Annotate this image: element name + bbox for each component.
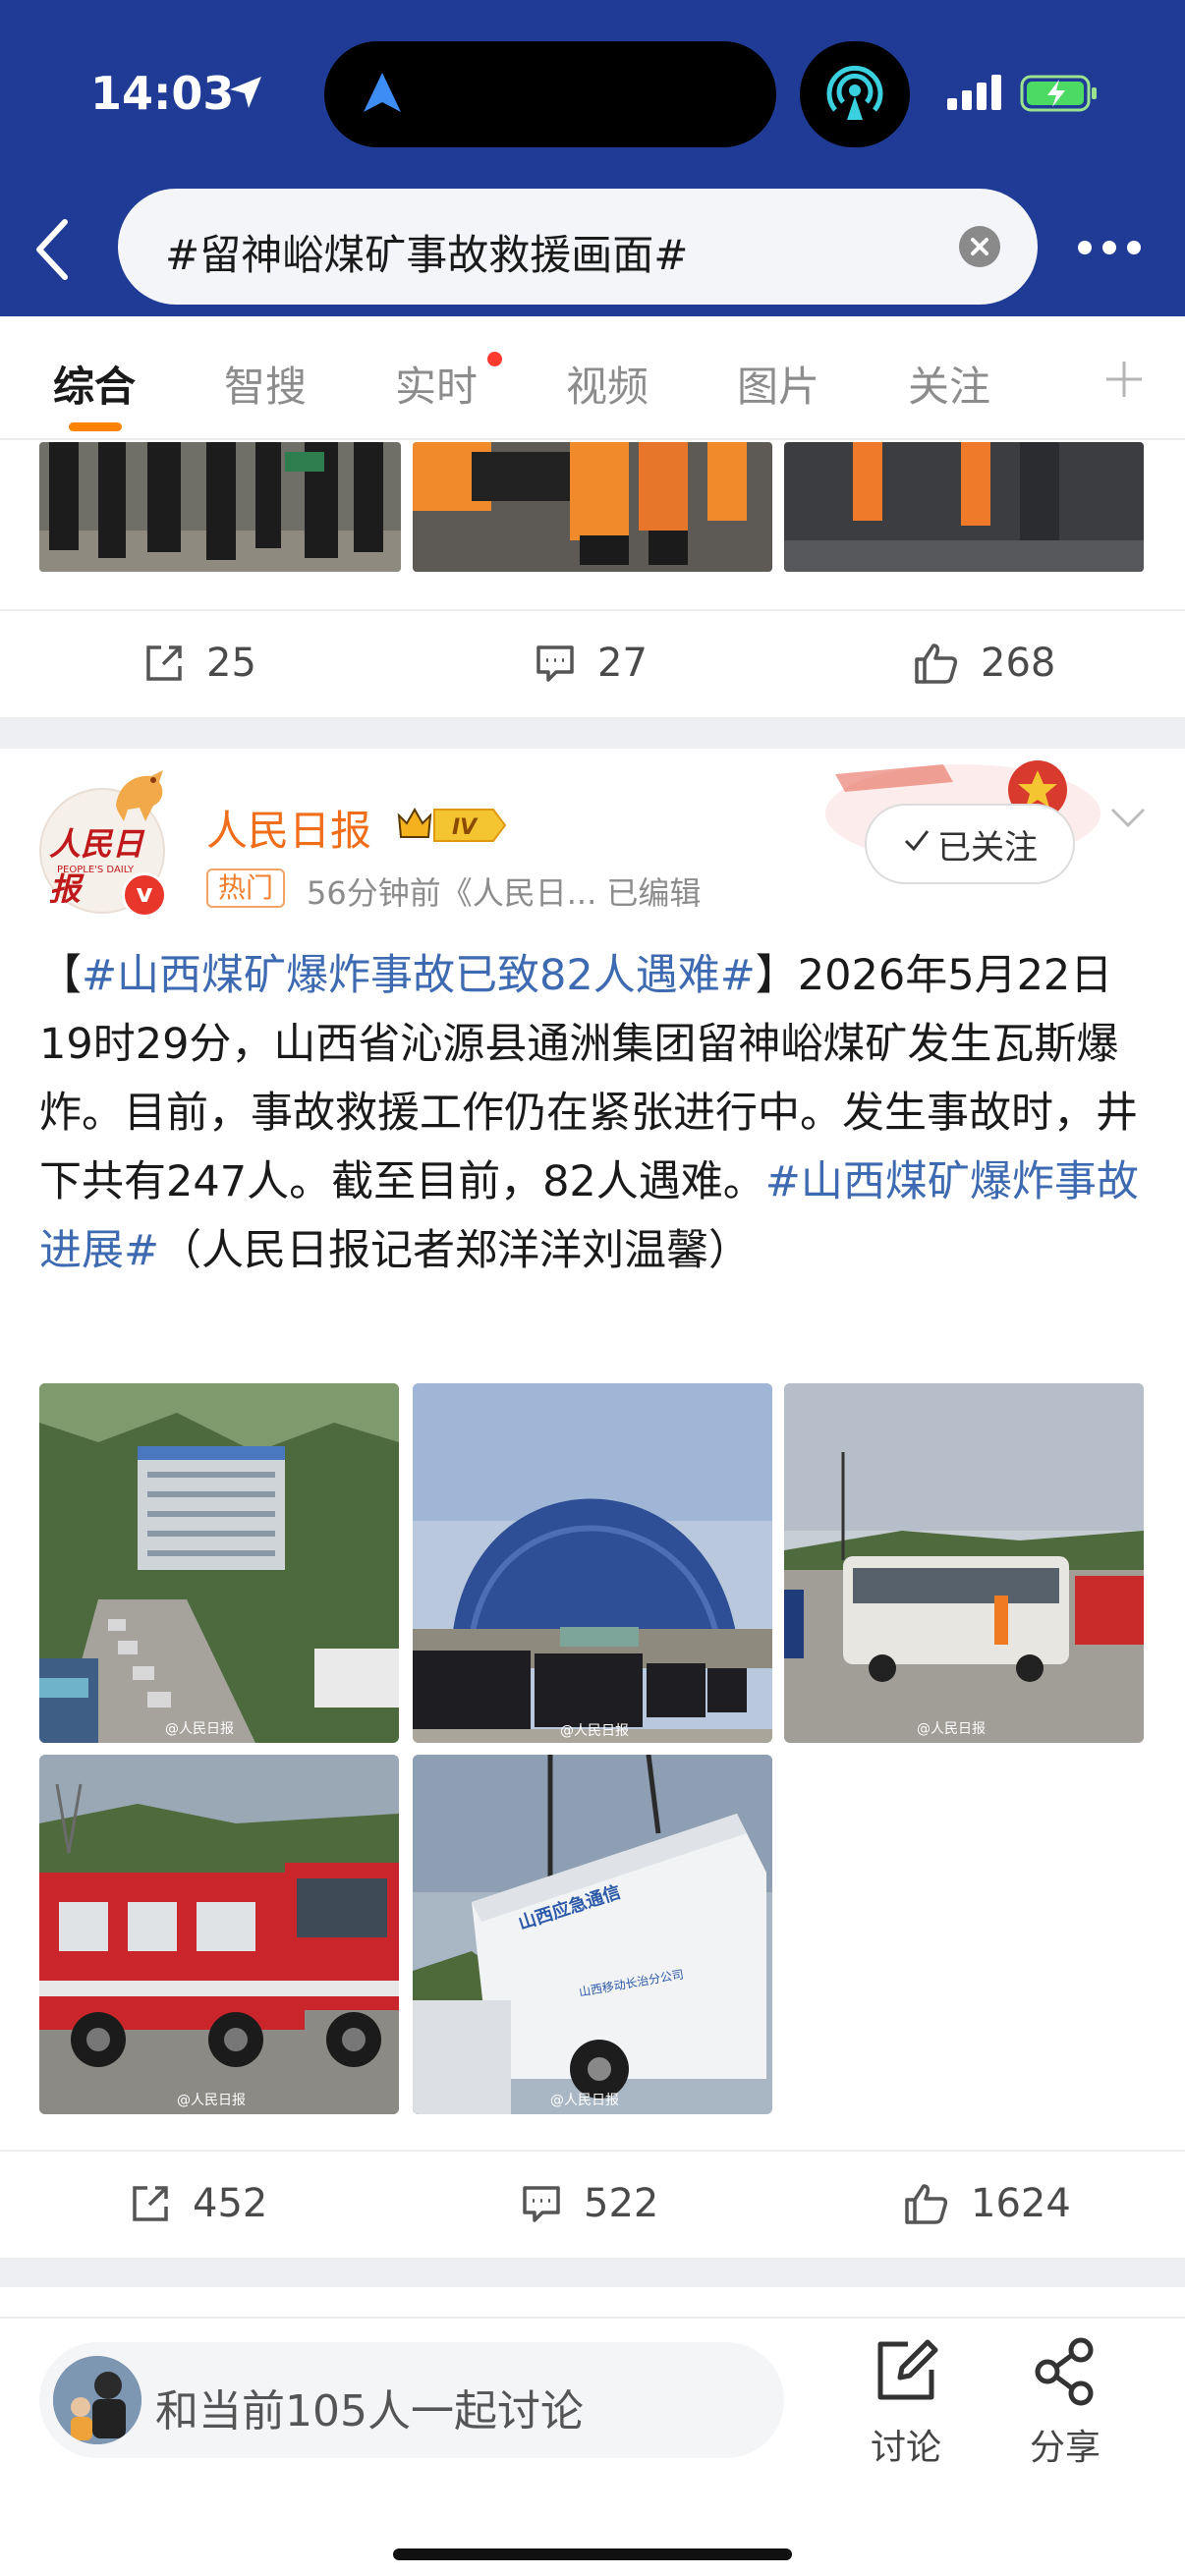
post-image-2[interactable]: @人民日报 — [413, 1383, 772, 1743]
post-body: 【#山西煤矿爆炸事故已致82人遇难#】2026年5月22日19时29分，山西省沁… — [39, 941, 1150, 1285]
hashtag-bracket-close: 】 — [755, 951, 798, 1000]
like-count: 1624 — [971, 2181, 1071, 2226]
share-label: 分享 — [1029, 2428, 1100, 2468]
post-meta: 56分钟前《人民日... 已编辑 — [307, 874, 702, 912]
post-image-4[interactable]: @人民日报 — [39, 1755, 399, 2114]
author-name[interactable]: 人民日报 — [206, 798, 371, 858]
prev-repost-button[interactable]: 25 — [143, 641, 256, 686]
dynamic-island — [324, 41, 776, 147]
image-3-watermark: @人民日报 — [917, 1721, 986, 1737]
prev-comment-count: 27 — [597, 641, 648, 686]
prev-like-button[interactable]: 268 — [914, 641, 1055, 686]
hashtag-link-1[interactable]: #山西煤矿爆炸事故已致82人遇难# — [82, 951, 756, 1000]
battery-charging-icon — [1020, 75, 1097, 112]
prev-post-actions: 25 27 268 — [0, 609, 1185, 717]
image-1-watermark: @人民日报 — [165, 1721, 234, 1737]
prev-post-image-1[interactable] — [39, 442, 401, 572]
discuss-input[interactable]: 和当前105人一起讨论 — [39, 2342, 784, 2458]
prev-like-count: 268 — [981, 641, 1056, 686]
compose-edit-icon — [877, 2339, 938, 2400]
search-input[interactable]: #留神峪煤矿事故救援画面# — [118, 189, 1038, 305]
participant-avatar — [53, 2356, 141, 2444]
discuss-label: 讨论 — [870, 2428, 941, 2468]
search-tabs: 综合 智搜 实时 视频 图片 关注 — [0, 316, 1185, 440]
back-chevron-icon[interactable] — [31, 218, 73, 281]
image-5-watermark: @人民日报 — [550, 2093, 619, 2108]
post-actions: 452 522 1624 — [0, 2150, 1185, 2258]
repost-button[interactable]: 452 — [130, 2181, 267, 2226]
add-tab-icon[interactable] — [1102, 358, 1146, 401]
tab-images[interactable]: 图片 — [737, 354, 819, 414]
post-credit: （人民日报记者郑洋洋刘温馨） — [159, 1226, 752, 1275]
prev-comment-button[interactable]: 27 — [535, 641, 648, 686]
image-4-watermark: @人民日报 — [177, 2093, 246, 2108]
post-image-1[interactable]: @人民日报 — [39, 1383, 399, 1743]
comment-icon — [536, 645, 574, 682]
hotspot-indicator — [800, 41, 910, 147]
hashtag-bracket-open: 【 — [39, 951, 82, 1000]
chevron-down-icon[interactable] — [1108, 806, 1148, 831]
image-2-watermark: @人民日报 — [560, 1723, 629, 1739]
post-image-3[interactable]: @人民日报 — [784, 1383, 1144, 1743]
avatar-logo-subtext: PEOPLE'S DAILY — [57, 865, 135, 875]
prev-repost-count: 25 — [206, 641, 256, 686]
repost-count: 452 — [193, 2181, 268, 2226]
realtime-notification-dot — [487, 352, 502, 366]
navigation-app-icon — [364, 73, 401, 112]
tab-video[interactable]: 视频 — [566, 354, 649, 414]
checkmark-icon — [902, 824, 931, 864]
more-options-icon[interactable] — [1077, 240, 1142, 255]
follow-label: 已关注 — [937, 827, 1038, 868]
share-icon — [1035, 2337, 1094, 2406]
cellular-signal-icon — [947, 75, 1001, 110]
tab-realtime[interactable]: 实时 — [395, 354, 478, 414]
comment-button[interactable]: 522 — [521, 2181, 658, 2226]
feed-divider — [0, 717, 1185, 749]
avatar-decoration-horse-icon — [116, 770, 163, 821]
comment-count: 522 — [584, 2181, 659, 2226]
thumbs-up-icon — [915, 644, 958, 684]
home-indicator[interactable] — [393, 2548, 792, 2560]
location-arrow-icon — [230, 77, 261, 108]
hot-tag: 热门 — [206, 868, 286, 908]
tab-following[interactable]: 关注 — [908, 354, 990, 414]
verified-badge-icon: v — [122, 872, 167, 918]
header: 14:03 #留神峪煤矿事故救援画面# — [0, 0, 1185, 316]
post-image-5[interactable]: 山西应急通信 山西移动长治分公司 @人民日报 — [413, 1755, 772, 2114]
tab-comprehensive[interactable]: 综合 — [53, 354, 136, 414]
discuss-button[interactable]: 讨论 — [847, 2336, 965, 2470]
like-button[interactable]: 1624 — [904, 2181, 1071, 2226]
search-query: #留神峪煤矿事故救援画面# — [165, 231, 689, 279]
clear-search-icon[interactable] — [959, 226, 1000, 267]
active-tab-indicator — [69, 422, 122, 431]
feed-divider-2 — [0, 2258, 1185, 2287]
prev-post-image-2[interactable] — [413, 442, 772, 572]
share-button[interactable]: 分享 — [1006, 2336, 1124, 2470]
vip-level-badge-icon: IV — [397, 807, 507, 842]
discuss-placeholder: 和当前105人一起讨论 — [155, 2386, 584, 2436]
comment-icon — [523, 2186, 560, 2222]
prev-post-image-3[interactable] — [784, 442, 1144, 572]
follow-button[interactable]: 已关注 — [865, 804, 1075, 884]
status-time: 14:03 — [90, 67, 235, 120]
repost-icon — [133, 2186, 168, 2221]
personal-hotspot-icon — [826, 65, 883, 120]
bottom-bar: 和当前105人一起讨论 讨论 分享 — [0, 2317, 1185, 2576]
tab-smart-search[interactable]: 智搜 — [224, 354, 307, 414]
thumbs-up-icon — [905, 2184, 948, 2224]
repost-icon — [146, 645, 182, 681]
svg-text:IV: IV — [452, 815, 479, 840]
